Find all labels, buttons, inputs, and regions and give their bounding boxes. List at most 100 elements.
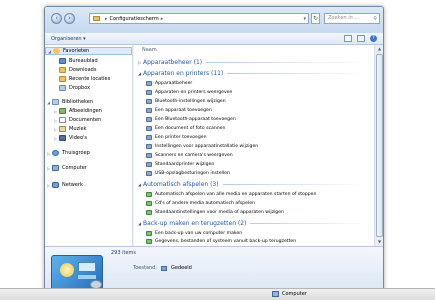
nav-item-label: Dropbox	[69, 85, 91, 91]
list-item[interactable]: Standaardinstellingen voor media of appa…	[146, 209, 284, 216]
organize-button[interactable]: Organiseren ▾	[51, 36, 86, 42]
list-item-label: Een printer toevoegen	[155, 135, 207, 140]
list-item[interactable]: Een Bluetooth-apparaat toevoegen	[146, 116, 236, 123]
vertical-scrollbar[interactable]: ▲ ▼	[374, 45, 383, 246]
column-header-name[interactable]: Naam	[142, 47, 157, 53]
title-bar: ‹ › ▸ Configuratiescherm ▸ ▾ ↻ Zoeken in…	[45, 7, 383, 33]
details-pane: 293 items Toestand: Gedeeld	[45, 246, 383, 293]
nav-item-label: Video's	[69, 135, 87, 141]
group-title: Back-up maken en terugzetten (2)	[143, 219, 247, 227]
expand-arrow-icon[interactable]: ◢	[45, 100, 52, 105]
nav-item-label: Afbeeldingen	[69, 108, 102, 114]
group-header[interactable]: ◢ Back-up maken en terugzetten (2)	[138, 219, 366, 227]
nav-item-recent-places[interactable]: Recente locaties	[45, 75, 132, 83]
nav-item-label: Thuisgroep	[62, 150, 90, 156]
search-placeholder: Zoeken in ...	[328, 15, 360, 21]
view-options-icon[interactable]	[344, 35, 352, 42]
forward-button[interactable]: ›	[64, 13, 75, 24]
status-bar: Computer	[0, 288, 435, 300]
nav-item-videos[interactable]: ▷ Video's	[45, 134, 132, 142]
nav-item-downloads[interactable]: Downloads	[45, 66, 132, 74]
scroll-thumb[interactable]	[376, 54, 383, 237]
list-item[interactable]: Een apparaat toevoegen	[146, 107, 212, 114]
nav-item-label: Computer	[62, 165, 87, 171]
group-divider	[206, 61, 366, 63]
list-item-label: Gegevens, bestanden of systeem vanuit ba…	[155, 239, 297, 244]
list-item[interactable]: Apparaten en printers weergeven	[146, 89, 232, 96]
nav-item-libraries[interactable]: ◢ Bibliotheken	[45, 98, 132, 106]
nav-item-dropbox[interactable]: Dropbox	[45, 84, 132, 92]
list-item[interactable]: Een back-up van uw computer maken	[146, 230, 242, 237]
breadcrumb-path[interactable]: Configuratiescherm	[110, 16, 159, 22]
group-header[interactable]: ◢ Automatisch afspelen (3)	[138, 180, 366, 188]
nav-item-label: Downloads	[69, 67, 97, 73]
expand-arrow-icon[interactable]: ▷	[45, 183, 52, 188]
control-panel-icon	[93, 16, 100, 21]
list-item-label: Bluetooth-instellingen wijzigen	[155, 99, 226, 104]
address-bar[interactable]: ▸ Configuratiescherm ▸ ▾	[89, 13, 309, 24]
list-item[interactable]: Apparaatbeheer	[146, 80, 192, 87]
search-input[interactable]: Zoeken in ... ⚲	[324, 13, 380, 24]
expand-arrow-icon[interactable]: ▷	[52, 136, 59, 141]
media-defaults-icon	[146, 210, 152, 215]
expand-arrow-icon[interactable]: ▷	[45, 166, 52, 171]
cd-icon	[146, 201, 152, 206]
explorer-window: ‹ › ▸ Configuratiescherm ▸ ▾ ↻ Zoeken in…	[44, 6, 384, 294]
list-item[interactable]: USB-opslagbesturingen instellen	[146, 170, 230, 177]
search-icon[interactable]: ⚲	[373, 15, 377, 24]
nav-item-music[interactable]: ▷ Muziek	[45, 125, 132, 133]
nav-item-network[interactable]: ▷ Netwerk	[45, 181, 132, 189]
scroll-up-icon[interactable]: ▲	[375, 45, 383, 53]
list-item[interactable]: Een document of foto scannen	[146, 125, 225, 132]
add-device-icon	[146, 108, 152, 113]
list-item-label: Instellingen voor apparaatinstallatie wi…	[155, 144, 259, 149]
videos-icon	[59, 135, 66, 141]
expand-arrow-icon[interactable]: ◢	[46, 49, 53, 54]
nav-item-label: Bureaublad	[69, 58, 98, 64]
nav-item-pictures[interactable]: ▷ Afbeeldingen	[45, 107, 132, 115]
list-item-label: Een back-up van uw computer maken	[155, 231, 243, 236]
breadcrumb-chevron-icon[interactable]: ▸	[161, 16, 164, 22]
list-item[interactable]: Cd's of andere media automatisch afspele…	[146, 200, 255, 207]
list-item[interactable]: Bluetooth-instellingen wijzigen	[146, 98, 226, 105]
nav-item-desktop[interactable]: Bureaublad	[45, 57, 132, 65]
expand-arrow-icon[interactable]: ▷	[45, 151, 52, 156]
list-item[interactable]: Standaardprinter wijzigen	[146, 161, 214, 168]
help-icon[interactable]: ?	[370, 35, 377, 42]
group-title: Apparaatbeheer (1)	[143, 58, 203, 66]
list-item[interactable]: Scanners en camera's weergeven	[146, 152, 233, 159]
expand-arrow-icon[interactable]: ▷	[52, 127, 59, 132]
chevron-down-icon[interactable]: ▾	[303, 16, 306, 22]
computer-icon	[52, 165, 59, 171]
list-item[interactable]: Automatisch afspelen van alle media en a…	[146, 191, 316, 198]
group-header[interactable]: ◢ Apparaten en printers (11)	[138, 69, 366, 77]
nav-item-favorites[interactable]: ◢ Favorieten	[45, 47, 132, 55]
list-item-label: Scanners en camera's weergeven	[155, 153, 233, 158]
list-item[interactable]: Instellingen voor apparaatinstallatie wi…	[146, 143, 258, 150]
nav-item-label: Favorieten	[63, 48, 90, 54]
back-button[interactable]: ‹	[51, 13, 62, 24]
nav-item-label: Muziek	[69, 126, 87, 132]
preview-pane-icon[interactable]	[357, 35, 365, 42]
list-item[interactable]: Een printer toevoegen	[146, 134, 207, 141]
nav-item-homegroup[interactable]: ▷ Thuisgroep	[45, 149, 132, 157]
expand-arrow-icon[interactable]: ▷	[52, 109, 59, 114]
device-install-icon	[146, 144, 152, 149]
nav-item-documents[interactable]: ▷ Documenten	[45, 116, 132, 124]
autoplay-icon	[146, 192, 152, 197]
downloads-icon	[59, 67, 66, 73]
nav-item-computer[interactable]: ▷ Computer	[45, 164, 132, 172]
dropbox-icon	[59, 85, 66, 91]
nav-item-label: Documenten	[69, 117, 102, 123]
expand-arrow-icon[interactable]: ▷	[52, 118, 59, 123]
refresh-button[interactable]: ↻	[311, 13, 320, 24]
list-item-label: Standaardinstellingen voor media of appa…	[155, 210, 284, 215]
bluetooth-icon	[146, 99, 152, 104]
list-item-label: Apparaten en printers weergeven	[155, 90, 233, 95]
group-header[interactable]: ▷ Apparaatbeheer (1)	[138, 58, 366, 66]
list-item-label: Standaardprinter wijzigen	[155, 162, 215, 167]
printer-icon	[146, 90, 152, 95]
scroll-down-icon[interactable]: ▼	[375, 238, 383, 246]
device-manager-icon	[146, 81, 152, 86]
list-item[interactable]: Gegevens, bestanden of systeem vanuit ba…	[146, 238, 296, 245]
